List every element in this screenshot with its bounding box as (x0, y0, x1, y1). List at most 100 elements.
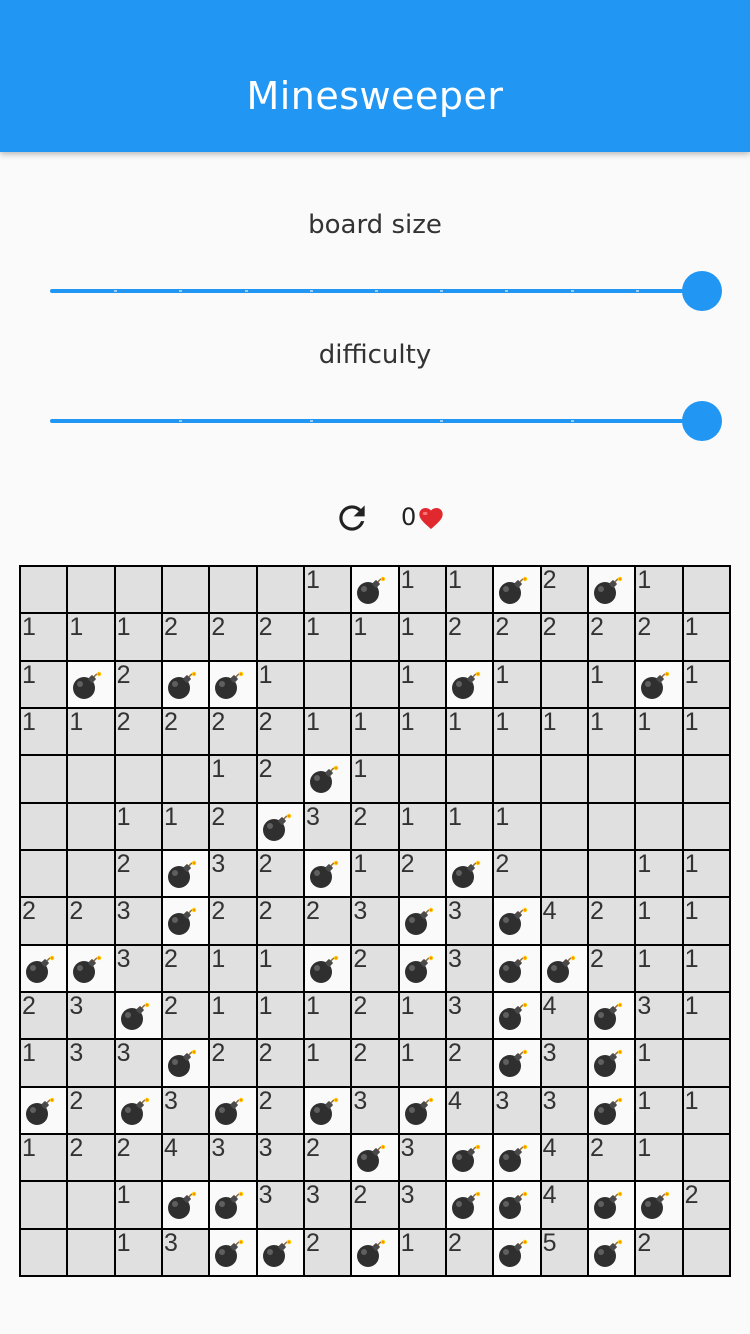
number-cell[interactable]: 1 (162, 803, 211, 851)
number-cell[interactable]: 3 (115, 945, 163, 993)
mine-cell[interactable] (21, 945, 69, 993)
empty-cell[interactable] (21, 1182, 69, 1230)
number-cell[interactable]: 3 (257, 1134, 305, 1183)
number-cell[interactable]: 3 (446, 898, 495, 946)
empty-cell[interactable] (68, 756, 116, 804)
number-cell[interactable]: 1 (588, 661, 637, 709)
number-cell[interactable]: 1 (304, 708, 353, 757)
number-cell[interactable]: 3 (399, 1182, 447, 1230)
number-cell[interactable]: 3 (541, 1040, 589, 1088)
mine-cell[interactable] (399, 1087, 447, 1135)
number-cell[interactable]: 3 (446, 992, 495, 1041)
number-cell[interactable]: 1 (304, 567, 353, 615)
number-cell[interactable]: 2 (494, 614, 542, 662)
number-cell[interactable]: 1 (115, 1229, 163, 1277)
empty-cell[interactable] (162, 567, 211, 615)
mine-cell[interactable] (446, 1182, 495, 1230)
number-cell[interactable]: 3 (162, 1229, 211, 1277)
number-cell[interactable]: 2 (210, 614, 258, 662)
number-cell[interactable]: 1 (352, 850, 400, 899)
number-cell[interactable]: 3 (352, 898, 400, 946)
mine-cell[interactable] (494, 1040, 542, 1088)
empty-cell[interactable] (21, 803, 69, 851)
number-cell[interactable]: 2 (352, 803, 400, 851)
number-cell[interactable]: 1 (588, 708, 637, 757)
number-cell[interactable]: 2 (683, 1182, 731, 1230)
number-cell[interactable]: 4 (541, 1134, 589, 1183)
mine-cell[interactable] (588, 1182, 637, 1230)
number-cell[interactable]: 2 (257, 614, 305, 662)
number-cell[interactable]: 5 (541, 1229, 589, 1277)
mine-cell[interactable] (636, 661, 684, 709)
number-cell[interactable]: 2 (162, 992, 211, 1041)
number-cell[interactable]: 2 (446, 1040, 495, 1088)
number-cell[interactable]: 2 (257, 708, 305, 757)
empty-cell[interactable] (541, 803, 589, 851)
number-cell[interactable]: 2 (588, 898, 637, 946)
number-cell[interactable]: 4 (541, 992, 589, 1041)
number-cell[interactable]: 2 (115, 1134, 163, 1183)
number-cell[interactable]: 1 (446, 803, 495, 851)
empty-cell[interactable] (541, 850, 589, 899)
number-cell[interactable]: 1 (257, 661, 305, 709)
mine-cell[interactable] (494, 1229, 542, 1277)
number-cell[interactable]: 3 (68, 1040, 116, 1088)
number-cell[interactable]: 1 (399, 567, 447, 615)
number-cell[interactable]: 2 (257, 1087, 305, 1135)
empty-cell[interactable] (683, 756, 731, 804)
difficulty-slider[interactable] (50, 401, 722, 441)
number-cell[interactable]: 2 (162, 614, 211, 662)
number-cell[interactable]: 1 (494, 661, 542, 709)
mine-cell[interactable] (257, 1229, 305, 1277)
mine-cell[interactable] (494, 898, 542, 946)
number-cell[interactable]: 1 (21, 708, 69, 757)
number-cell[interactable]: 2 (257, 898, 305, 946)
refresh-icon[interactable] (333, 499, 371, 537)
mine-cell[interactable] (162, 898, 211, 946)
empty-cell[interactable] (683, 567, 731, 615)
number-cell[interactable]: 1 (683, 992, 731, 1041)
number-cell[interactable]: 3 (68, 992, 116, 1041)
number-cell[interactable]: 1 (399, 661, 447, 709)
number-cell[interactable]: 1 (257, 992, 305, 1041)
number-cell[interactable]: 2 (21, 992, 69, 1041)
number-cell[interactable]: 4 (162, 1134, 211, 1183)
number-cell[interactable]: 1 (304, 614, 353, 662)
empty-cell[interactable] (683, 1040, 731, 1088)
mine-cell[interactable] (446, 661, 495, 709)
mine-cell[interactable] (162, 850, 211, 899)
empty-cell[interactable] (636, 756, 684, 804)
empty-cell[interactable] (588, 850, 637, 899)
mine-cell[interactable] (162, 661, 211, 709)
number-cell[interactable]: 2 (210, 803, 258, 851)
empty-cell[interactable] (588, 756, 637, 804)
empty-cell[interactable] (683, 1229, 731, 1277)
mine-cell[interactable] (494, 992, 542, 1041)
mine-cell[interactable] (210, 1229, 258, 1277)
number-cell[interactable]: 2 (352, 1182, 400, 1230)
number-cell[interactable]: 3 (636, 992, 684, 1041)
board-size-slider[interactable] (50, 271, 722, 311)
number-cell[interactable]: 3 (210, 850, 258, 899)
number-cell[interactable]: 2 (304, 1134, 353, 1183)
number-cell[interactable]: 1 (541, 708, 589, 757)
number-cell[interactable]: 2 (115, 708, 163, 757)
mine-cell[interactable] (399, 898, 447, 946)
number-cell[interactable]: 3 (446, 945, 495, 993)
number-cell[interactable]: 4 (541, 898, 589, 946)
empty-cell[interactable] (494, 756, 542, 804)
number-cell[interactable]: 1 (446, 567, 495, 615)
empty-cell[interactable] (68, 567, 116, 615)
number-cell[interactable]: 2 (446, 1229, 495, 1277)
number-cell[interactable]: 2 (162, 708, 211, 757)
number-cell[interactable]: 2 (352, 992, 400, 1041)
number-cell[interactable]: 2 (304, 1229, 353, 1277)
mine-cell[interactable] (304, 1087, 353, 1135)
number-cell[interactable]: 1 (683, 614, 731, 662)
number-cell[interactable]: 3 (494, 1087, 542, 1135)
number-cell[interactable]: 3 (541, 1087, 589, 1135)
mine-cell[interactable] (21, 1087, 69, 1135)
mine-cell[interactable] (304, 756, 353, 804)
mine-cell[interactable] (588, 1229, 637, 1277)
number-cell[interactable]: 3 (115, 898, 163, 946)
